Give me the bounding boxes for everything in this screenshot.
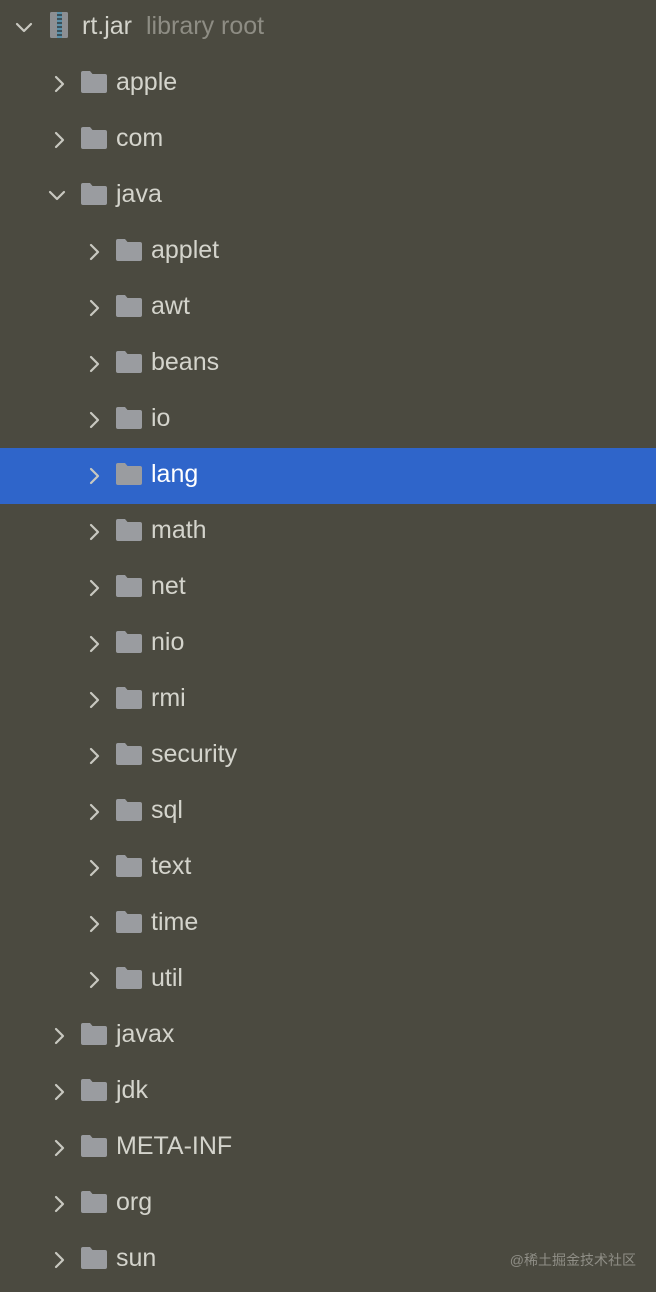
chevron-right-icon[interactable] bbox=[82, 800, 106, 824]
tree-root-row[interactable]: rt.jar library root bbox=[0, 0, 656, 56]
tree-root-hint: library root bbox=[146, 12, 265, 40]
tree-item-label: awt bbox=[151, 292, 190, 320]
folder-icon bbox=[115, 462, 143, 486]
tree-item-net[interactable]: net bbox=[0, 560, 656, 616]
chevron-right-icon[interactable] bbox=[82, 688, 106, 712]
tree-item-label: jdk bbox=[116, 1076, 148, 1104]
chevron-right-icon[interactable] bbox=[82, 744, 106, 768]
folder-icon bbox=[115, 518, 143, 542]
tree-item-jdk[interactable]: jdk bbox=[0, 1064, 656, 1120]
chevron-right-icon[interactable] bbox=[47, 1248, 71, 1272]
tree-item-math[interactable]: math bbox=[0, 504, 656, 560]
folder-icon bbox=[80, 1134, 108, 1158]
chevron-right-icon[interactable] bbox=[82, 968, 106, 992]
tree-item-label: time bbox=[151, 908, 199, 936]
folder-icon bbox=[115, 966, 143, 990]
tree-item-security[interactable]: security bbox=[0, 728, 656, 784]
tree-item-label: nio bbox=[151, 628, 185, 656]
tree-item-apple[interactable]: apple bbox=[0, 56, 656, 112]
folder-icon bbox=[115, 238, 143, 262]
tree-item-label: text bbox=[151, 852, 192, 880]
chevron-right-icon[interactable] bbox=[82, 632, 106, 656]
chevron-right-icon[interactable] bbox=[82, 464, 106, 488]
chevron-right-icon[interactable] bbox=[82, 912, 106, 936]
chevron-right-icon[interactable] bbox=[82, 240, 106, 264]
tree-item-label: org bbox=[116, 1188, 153, 1216]
folder-icon bbox=[115, 910, 143, 934]
tree-item-label: applet bbox=[151, 236, 220, 264]
tree-item-label: sql bbox=[151, 796, 183, 824]
folder-icon bbox=[115, 686, 143, 710]
tree-item-label: security bbox=[151, 740, 238, 768]
tree-item-label: sun bbox=[116, 1244, 157, 1272]
chevron-right-icon[interactable] bbox=[47, 1136, 71, 1160]
tree-item-applet[interactable]: applet bbox=[0, 224, 656, 280]
folder-icon bbox=[115, 574, 143, 598]
chevron-right-icon[interactable] bbox=[82, 856, 106, 880]
tree-item-lang[interactable]: lang bbox=[0, 448, 656, 504]
folder-icon bbox=[80, 70, 108, 94]
tree-item-label: lang bbox=[151, 460, 199, 488]
tree-item-label: math bbox=[151, 516, 207, 544]
tree-item-text[interactable]: text bbox=[0, 840, 656, 896]
tree-item-beans[interactable]: beans bbox=[0, 336, 656, 392]
tree-item-label: rmi bbox=[151, 684, 186, 712]
tree-item-label: javax bbox=[116, 1020, 175, 1048]
chevron-right-icon[interactable] bbox=[82, 576, 106, 600]
chevron-right-icon[interactable] bbox=[47, 1192, 71, 1216]
tree-item-io[interactable]: io bbox=[0, 392, 656, 448]
folder-icon bbox=[80, 1246, 108, 1270]
chevron-right-icon[interactable] bbox=[82, 352, 106, 376]
chevron-right-icon[interactable] bbox=[47, 128, 71, 152]
project-tree: rt.jar library root apple com java applet awt… bbox=[0, 0, 656, 1288]
folder-icon bbox=[115, 854, 143, 878]
chevron-right-icon[interactable] bbox=[82, 296, 106, 320]
folder-icon bbox=[80, 1078, 108, 1102]
folder-icon bbox=[115, 350, 143, 374]
tree-item-label: META-INF bbox=[116, 1132, 233, 1160]
tree-item-util[interactable]: util bbox=[0, 952, 656, 1008]
chevron-right-icon[interactable] bbox=[82, 408, 106, 432]
tree-item-label: beans bbox=[151, 348, 220, 376]
watermark: @稀土掘金技术社区 bbox=[509, 1252, 636, 1268]
tree-item-meta-inf[interactable]: META-INF bbox=[0, 1120, 656, 1176]
tree-item-org[interactable]: org bbox=[0, 1176, 656, 1232]
folder-icon bbox=[115, 406, 143, 430]
tree-item-label: net bbox=[151, 572, 186, 600]
tree-item-com[interactable]: com bbox=[0, 112, 656, 168]
folder-icon bbox=[80, 1022, 108, 1046]
chevron-right-icon[interactable] bbox=[47, 1024, 71, 1048]
folder-icon bbox=[80, 1190, 108, 1214]
tree-item-label: apple bbox=[116, 68, 178, 96]
tree-item-label: java bbox=[116, 180, 162, 208]
tree-item-label: io bbox=[151, 404, 171, 432]
tree-item-sql[interactable]: sql bbox=[0, 784, 656, 840]
tree-item-label: util bbox=[151, 964, 183, 992]
chevron-right-icon[interactable] bbox=[47, 1080, 71, 1104]
tree-item-time[interactable]: time bbox=[0, 896, 656, 952]
jar-icon bbox=[48, 10, 70, 40]
folder-icon bbox=[115, 630, 143, 654]
tree-item-rmi[interactable]: rmi bbox=[0, 672, 656, 728]
folder-icon bbox=[115, 798, 143, 822]
folder-icon bbox=[115, 294, 143, 318]
tree-item-awt[interactable]: awt bbox=[0, 280, 656, 336]
chevron-down-icon[interactable] bbox=[12, 16, 36, 40]
folder-icon bbox=[80, 126, 108, 150]
chevron-right-icon[interactable] bbox=[82, 520, 106, 544]
chevron-right-icon[interactable] bbox=[47, 72, 71, 96]
tree-item-java[interactable]: java bbox=[0, 168, 656, 224]
tree-item-nio[interactable]: nio bbox=[0, 616, 656, 672]
folder-icon bbox=[80, 182, 108, 206]
tree-item-label: com bbox=[116, 124, 164, 152]
folder-icon bbox=[115, 742, 143, 766]
chevron-down-icon[interactable] bbox=[45, 184, 69, 208]
tree-item-javax[interactable]: javax bbox=[0, 1008, 656, 1064]
tree-root-label: rt.jar bbox=[82, 12, 132, 40]
